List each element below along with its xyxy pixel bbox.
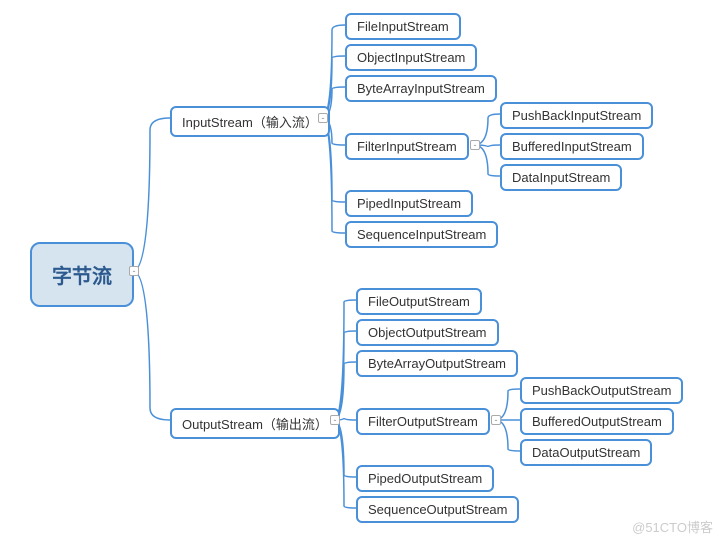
node-label: PushBackOutputStream — [532, 383, 671, 398]
node-pipedinputstream: PipedInputStream — [345, 190, 473, 217]
expand-toggle-icon[interactable]: - — [129, 266, 139, 276]
node-bufferedinputstream: BufferedInputStream — [500, 133, 644, 160]
expand-toggle-icon[interactable]: - — [330, 415, 340, 425]
node-label: PipedOutputStream — [368, 471, 482, 486]
node-label: ByteArrayOutputStream — [368, 356, 506, 371]
node-bytearrayinputstream: ByteArrayInputStream — [345, 75, 497, 102]
node-label: FileOutputStream — [368, 294, 470, 309]
node-label: DataOutputStream — [532, 445, 640, 460]
node-label: FilterInputStream — [357, 139, 457, 154]
node-sequenceoutputstream: SequenceOutputStream — [356, 496, 519, 523]
node-label: SequenceOutputStream — [368, 502, 507, 517]
node-bufferedoutputstream: BufferedOutputStream — [520, 408, 674, 435]
node-bytearrayoutputstream: ByteArrayOutputStream — [356, 350, 518, 377]
node-filterinputstream: FilterInputStream — [345, 133, 469, 160]
node-pushbackinputstream: PushBackInputStream — [500, 102, 653, 129]
expand-toggle-icon[interactable]: - — [470, 140, 480, 150]
node-filteroutputstream: FilterOutputStream — [356, 408, 490, 435]
node-objectinputstream: ObjectInputStream — [345, 44, 477, 71]
node-label: BufferedOutputStream — [532, 414, 662, 429]
node-label: FilterOutputStream — [368, 414, 478, 429]
node-pipedoutputstream: PipedOutputStream — [356, 465, 494, 492]
node-label: OutputStream（输出流） — [182, 417, 328, 432]
node-sequenceinputstream: SequenceInputStream — [345, 221, 498, 248]
node-pushbackoutputstream: PushBackOutputStream — [520, 377, 683, 404]
expand-toggle-icon[interactable]: - — [318, 113, 328, 123]
node-fileoutputstream: FileOutputStream — [356, 288, 482, 315]
node-label: ObjectOutputStream — [368, 325, 487, 340]
node-label: DataInputStream — [512, 170, 610, 185]
node-datainputstream: DataInputStream — [500, 164, 622, 191]
branch-outputstream: OutputStream（输出流） — [170, 408, 340, 439]
node-label: ByteArrayInputStream — [357, 81, 485, 96]
node-label: PushBackInputStream — [512, 108, 641, 123]
node-objectoutputstream: ObjectOutputStream — [356, 319, 499, 346]
root-label: 字节流 — [52, 266, 112, 288]
node-label: InputStream（输入流） — [182, 115, 318, 130]
node-dataoutputstream: DataOutputStream — [520, 439, 652, 466]
node-label: SequenceInputStream — [357, 227, 486, 242]
node-label: BufferedInputStream — [512, 139, 632, 154]
branch-inputstream: InputStream（输入流） — [170, 106, 330, 137]
watermark-text: @51CTO博客 — [632, 517, 713, 536]
node-label: PipedInputStream — [357, 196, 461, 211]
expand-toggle-icon[interactable]: - — [491, 415, 501, 425]
root-node: 字节流 — [30, 242, 134, 307]
node-label: FileInputStream — [357, 19, 449, 34]
node-fileinputstream: FileInputStream — [345, 13, 461, 40]
node-label: ObjectInputStream — [357, 50, 465, 65]
